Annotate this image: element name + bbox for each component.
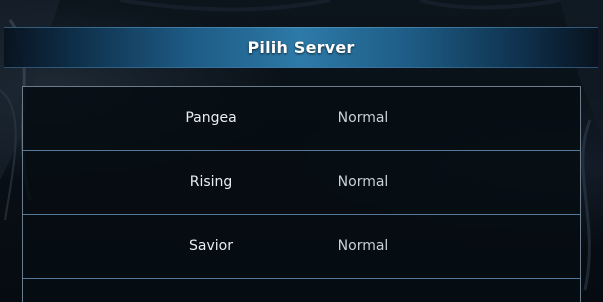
server-list: Pangea Normal Rising Normal Savior Norma…: [22, 86, 581, 302]
dialog-header: Pilih Server: [4, 27, 598, 68]
server-status: Normal: [337, 238, 389, 254]
server-status: Normal: [337, 110, 389, 126]
server-status: Normal: [337, 174, 389, 190]
server-name: Savior: [189, 238, 233, 254]
server-row-savior[interactable]: Savior Normal: [23, 215, 580, 279]
dialog-title: Pilih Server: [247, 38, 355, 57]
server-row-pangea[interactable]: Pangea Normal: [23, 87, 580, 151]
server-name: Pangea: [185, 110, 237, 126]
game-screen: Pilih Server Pangea Normal Rising Normal…: [0, 0, 603, 302]
server-row-rising[interactable]: Rising Normal: [23, 151, 580, 215]
server-name: Rising: [189, 174, 233, 190]
